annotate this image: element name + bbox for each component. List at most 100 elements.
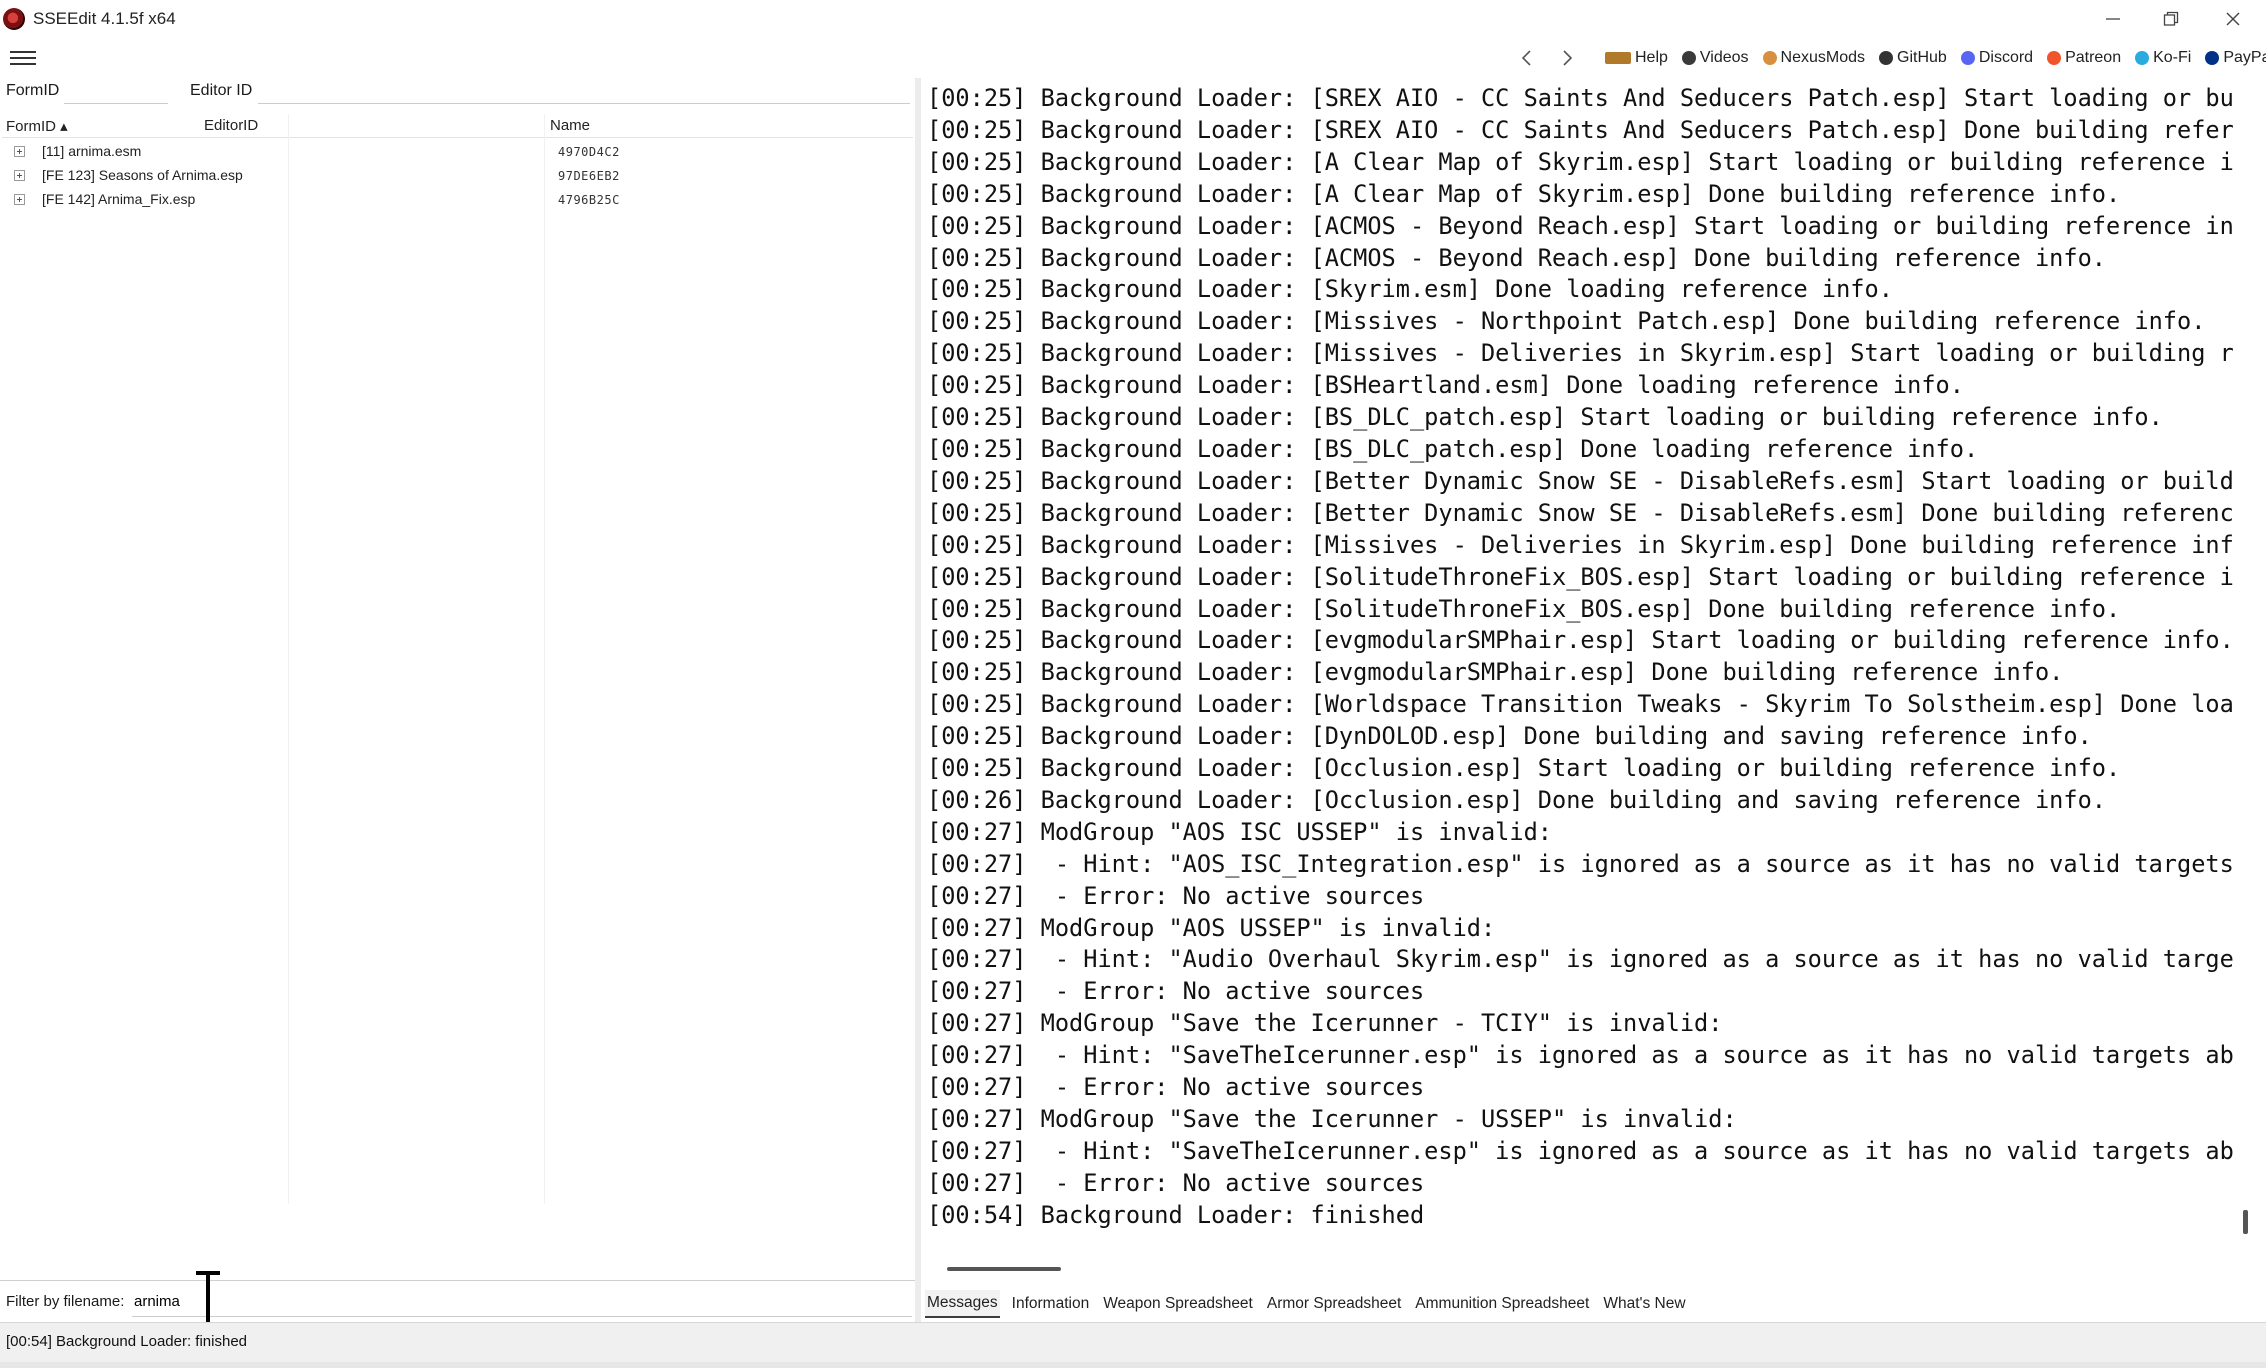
- log-line: [00:25] Background Loader: [BSHeartland.…: [927, 371, 1964, 400]
- toolbar-link-patreon[interactable]: Patreon: [2047, 49, 2121, 67]
- toolbar-link-help[interactable]: Help: [1605, 49, 1668, 67]
- app-icon: [3, 8, 25, 30]
- title-bar: SSEEdit 4.1.5f x64: [0, 0, 2266, 38]
- tab-ammunition-spreadsheet[interactable]: Ammunition Spreadsheet: [1413, 1291, 1591, 1317]
- tab-armor-spreadsheet[interactable]: Armor Spreadsheet: [1265, 1291, 1403, 1317]
- tab-what-s-new[interactable]: What's New: [1601, 1291, 1687, 1317]
- tab-messages[interactable]: Messages: [925, 1290, 1000, 1318]
- tree-row-formid: [11] arnima.esm: [42, 143, 142, 159]
- log-line: [00:25] Background Loader: [Occlusion.es…: [927, 754, 2121, 783]
- window-bottom-edge: [0, 1362, 2266, 1368]
- log-line: [00:27] - Hint: "Audio Overhaul Skyrim.e…: [927, 945, 2233, 974]
- column-header-editorid[interactable]: EditorID: [204, 117, 258, 134]
- messages-log[interactable]: [00:25] Background Loader: [SREX AIO - C…: [921, 78, 2233, 1256]
- toolbar-link-label: PayPal: [2223, 49, 2266, 66]
- close-button[interactable]: [2200, 0, 2266, 38]
- toolbar-link-label: Discord: [1978, 49, 2034, 66]
- minimize-button[interactable]: [2080, 0, 2146, 38]
- toolbar-link-videos[interactable]: Videos: [1681, 49, 1749, 67]
- log-line: [00:25] Background Loader: [evgmodularSM…: [927, 658, 2064, 687]
- github-icon: [1879, 51, 1894, 65]
- log-line: [00:25] Background Loader: [Missives - N…: [927, 307, 2206, 336]
- hamburger-menu-icon[interactable]: [10, 47, 36, 69]
- patreon-icon: [2047, 51, 2062, 65]
- log-line: [00:26] Background Loader: [Occlusion.es…: [927, 785, 2106, 814]
- vertical-scrollbar-thumb[interactable]: [2243, 1210, 2248, 1234]
- chevron-right-icon: [1563, 50, 1573, 66]
- log-line: [00:27] - Error: No active sources: [927, 977, 1425, 1006]
- log-line: [00:27] - Error: No active sources: [927, 1168, 1425, 1197]
- log-line: [00:25] Background Loader: [Better Dynam…: [927, 498, 2233, 527]
- log-line: [00:25] Background Loader: [DynDOLOD.esp…: [927, 722, 2092, 751]
- close-icon: [2226, 12, 2240, 26]
- nav-forward-button[interactable]: [1555, 46, 1579, 70]
- column-header-name[interactable]: Name: [550, 117, 590, 134]
- tab-weapon-spreadsheet[interactable]: Weapon Spreadsheet: [1101, 1291, 1255, 1317]
- expand-plus-icon[interactable]: [14, 170, 25, 181]
- log-line: [00:27] - Error: No active sources: [927, 1073, 1425, 1102]
- restore-icon: [2163, 11, 2179, 26]
- log-line: [00:25] Background Loader: [SREX AIO - C…: [927, 115, 2233, 144]
- tree-row[interactable]: [FE 142] Arnima_Fix.esp 4796B25C: [2, 188, 913, 212]
- log-line: [00:25] Background Loader: [evgmodularSM…: [927, 626, 2233, 655]
- toolbar-link-label: Ko-Fi: [2153, 49, 2192, 66]
- messages-pane: [00:25] Background Loader: [SREX AIO - C…: [921, 78, 2266, 1322]
- toolbar-link-paypal[interactable]: PayPal: [2205, 49, 2266, 67]
- formid-label: FormID: [6, 82, 60, 99]
- log-line: [00:25] Background Loader: [ACMOS - Beyo…: [927, 243, 2106, 272]
- log-line: [00:27] - Error: No active sources: [927, 881, 1425, 910]
- log-line: [00:25] Background Loader: [Better Dynam…: [927, 466, 2233, 495]
- book-icon: [1605, 52, 1631, 64]
- bottom-tabs: Messages Information Weapon Spreadsheet Arm…: [921, 1286, 2266, 1322]
- tree-row[interactable]: [FE 123] Seasons of Arnima.esp 97DE6EB2: [2, 164, 913, 188]
- log-line: [00:25] Background Loader: [SolitudeThro…: [927, 562, 2233, 591]
- formid-input[interactable]: [64, 78, 168, 104]
- log-line: [00:25] Background Loader: [BS_DLC_patch…: [927, 403, 2163, 432]
- tree-header: FormID ▴ EditorID Name: [2, 114, 913, 138]
- restore-button[interactable]: [2138, 0, 2204, 38]
- horizontal-scrollbar[interactable]: [921, 1262, 2251, 1276]
- filter-by-filename-input[interactable]: [132, 1287, 912, 1317]
- toolbar-link-discord[interactable]: Discord: [1960, 49, 2034, 67]
- minimize-icon: [2106, 18, 2120, 20]
- horizontal-scrollbar-thumb[interactable]: [947, 1267, 1061, 1271]
- toolbar-link-label: Help: [1635, 49, 1668, 66]
- column-header-formid[interactable]: FormID ▴: [6, 117, 68, 135]
- log-line: [00:25] Background Loader: [A Clear Map …: [927, 179, 2121, 208]
- tree-row[interactable]: [11] arnima.esm 4970D4C2: [2, 140, 913, 164]
- toolbar-link-ko-fi[interactable]: Ko-Fi: [2135, 49, 2191, 67]
- window-title: SSEEdit 4.1.5f x64: [33, 9, 176, 28]
- toolbar-link-label: Patreon: [2065, 49, 2122, 66]
- log-line: [00:25] Background Loader: [SolitudeThro…: [927, 594, 2121, 623]
- expand-plus-icon[interactable]: [14, 146, 25, 157]
- log-line: [00:25] Background Loader: [BS_DLC_patch…: [927, 434, 1979, 463]
- log-line: [00:27] - Hint: "SaveTheIcerunner.esp" i…: [927, 1041, 2233, 1070]
- log-line: [00:25] Background Loader: [Missives - D…: [927, 530, 2233, 559]
- expand-plus-icon[interactable]: [14, 194, 25, 205]
- tree-row-formid: [FE 123] Seasons of Arnima.esp: [42, 167, 243, 183]
- log-line: [00:54] Background Loader: finished: [927, 1200, 1425, 1229]
- filter-by-filename-label: Filter by filename:: [6, 1293, 125, 1310]
- top-links: Help Videos NexusMods GitHub Discord Patreon K…: [1605, 46, 2266, 70]
- tree-row-name: 4970D4C2: [558, 145, 620, 159]
- log-line: [00:25] Background Loader: [A Clear Map …: [927, 147, 2233, 176]
- toolbar-link-github[interactable]: GitHub: [1879, 49, 1947, 67]
- toolbar-link-label: GitHub: [1897, 49, 1947, 66]
- editorid-input[interactable]: [258, 78, 910, 104]
- paypal-icon: [2205, 51, 2220, 65]
- tree-row-name: 97DE6EB2: [558, 169, 620, 183]
- chevron-left-icon: [1521, 50, 1531, 66]
- nexus-icon: [1762, 51, 1777, 65]
- left-pane: FormID Editor ID FormID ▴ EditorID Name …: [0, 78, 915, 1280]
- log-line: [00:27] ModGroup "AOS ISC USSEP" is inva…: [927, 817, 1553, 846]
- log-line: [00:27] ModGroup "Save the Icerunner - T…: [927, 1009, 1723, 1038]
- nav-back-button[interactable]: [1515, 46, 1539, 70]
- tab-information[interactable]: Information: [1010, 1291, 1092, 1317]
- toolbar-link-label: Videos: [1699, 49, 1749, 66]
- tree-row-name: 4796B25C: [558, 193, 620, 207]
- log-line: [00:27] ModGroup "AOS USSEP" is invalid:: [927, 913, 1496, 942]
- video-icon: [1681, 51, 1696, 65]
- log-line: [00:25] Background Loader: [Worldspace T…: [927, 690, 2233, 719]
- toolbar-link-nexusmods[interactable]: NexusMods: [1762, 49, 1865, 67]
- kofi-icon: [2135, 51, 2150, 65]
